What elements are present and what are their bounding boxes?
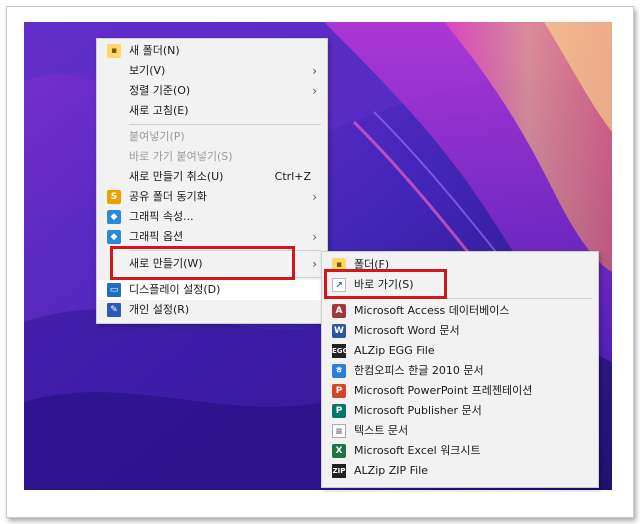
hwp-icon: ㅎ	[332, 364, 346, 378]
publisher-icon: P	[332, 404, 346, 418]
menu-item-paste[interactable]: 붙여넣기(P)	[97, 127, 327, 147]
desktop-context-menu: ▪ 새 폴더(N) 보기(V) › 정렬 기준(O) › 새로 고침(E) 붙여…	[96, 38, 328, 324]
folder-icon: ▪	[107, 44, 121, 58]
chevron-right-icon: ›	[312, 257, 317, 271]
chevron-right-icon: ›	[312, 190, 317, 204]
menu-item-undo-new[interactable]: 새로 만들기 취소(U) Ctrl+Z	[97, 167, 327, 187]
submenu-item-text[interactable]: ≡ 텍스트 문서	[322, 421, 598, 441]
menu-item-sort-by[interactable]: 정렬 기준(O) ›	[97, 81, 327, 101]
menu-item-view[interactable]: 보기(V) ›	[97, 61, 327, 81]
menu-item-sync-shared-folder[interactable]: S 공유 폴더 동기화 ›	[97, 187, 327, 207]
word-icon: W	[332, 324, 346, 338]
chevron-right-icon: ›	[312, 64, 317, 78]
chevron-right-icon: ›	[312, 230, 317, 244]
menu-item-refresh[interactable]: 새로 고침(E)	[97, 101, 327, 121]
submenu-item-publisher[interactable]: P Microsoft Publisher 문서	[322, 401, 598, 421]
menu-item-paste-shortcut[interactable]: 바로 가기 붙여넣기(S)	[97, 147, 327, 167]
submenu-item-word[interactable]: W Microsoft Word 문서	[322, 321, 598, 341]
chevron-right-icon: ›	[312, 84, 317, 98]
submenu-item-access[interactable]: A Microsoft Access 데이터베이스	[322, 301, 598, 321]
egg-icon: EGG	[332, 344, 348, 358]
highlight-shortcut-item	[324, 269, 447, 299]
submenu-item-powerpoint[interactable]: P Microsoft PowerPoint 프레젠테이션	[322, 381, 598, 401]
submenu-item-egg[interactable]: EGG ALZip EGG File	[322, 341, 598, 361]
menu-separator	[129, 124, 321, 125]
submenu-item-excel[interactable]: X Microsoft Excel 워크시트	[322, 441, 598, 461]
personalize-icon: ✎	[107, 303, 121, 317]
submenu-item-hwp[interactable]: ㅎ 한컴오피스 한글 2010 문서	[322, 361, 598, 381]
menu-item-graphics-options[interactable]: ◆ 그래픽 옵션 ›	[97, 227, 327, 247]
powerpoint-icon: P	[332, 384, 346, 398]
highlight-new-item	[110, 246, 295, 280]
submenu-item-zip[interactable]: ZIP ALZip ZIP File	[322, 461, 598, 481]
zip-icon: ZIP	[332, 464, 346, 478]
display-icon: ▭	[107, 283, 121, 297]
menu-item-personalize[interactable]: ✎ 개인 설정(R)	[97, 300, 327, 320]
access-icon: A	[332, 304, 346, 318]
sync-icon: S	[107, 190, 121, 204]
menu-item-new-folder[interactable]: ▪ 새 폴더(N)	[97, 41, 327, 61]
excel-icon: X	[332, 444, 346, 458]
menu-item-display-settings[interactable]: ▭ 디스플레이 설정(D)	[97, 280, 327, 300]
menu-item-graphics-properties[interactable]: ◆ 그래픽 속성...	[97, 207, 327, 227]
graphics-icon: ◆	[107, 230, 121, 244]
text-document-icon: ≡	[332, 424, 346, 438]
graphics-icon: ◆	[107, 210, 121, 224]
